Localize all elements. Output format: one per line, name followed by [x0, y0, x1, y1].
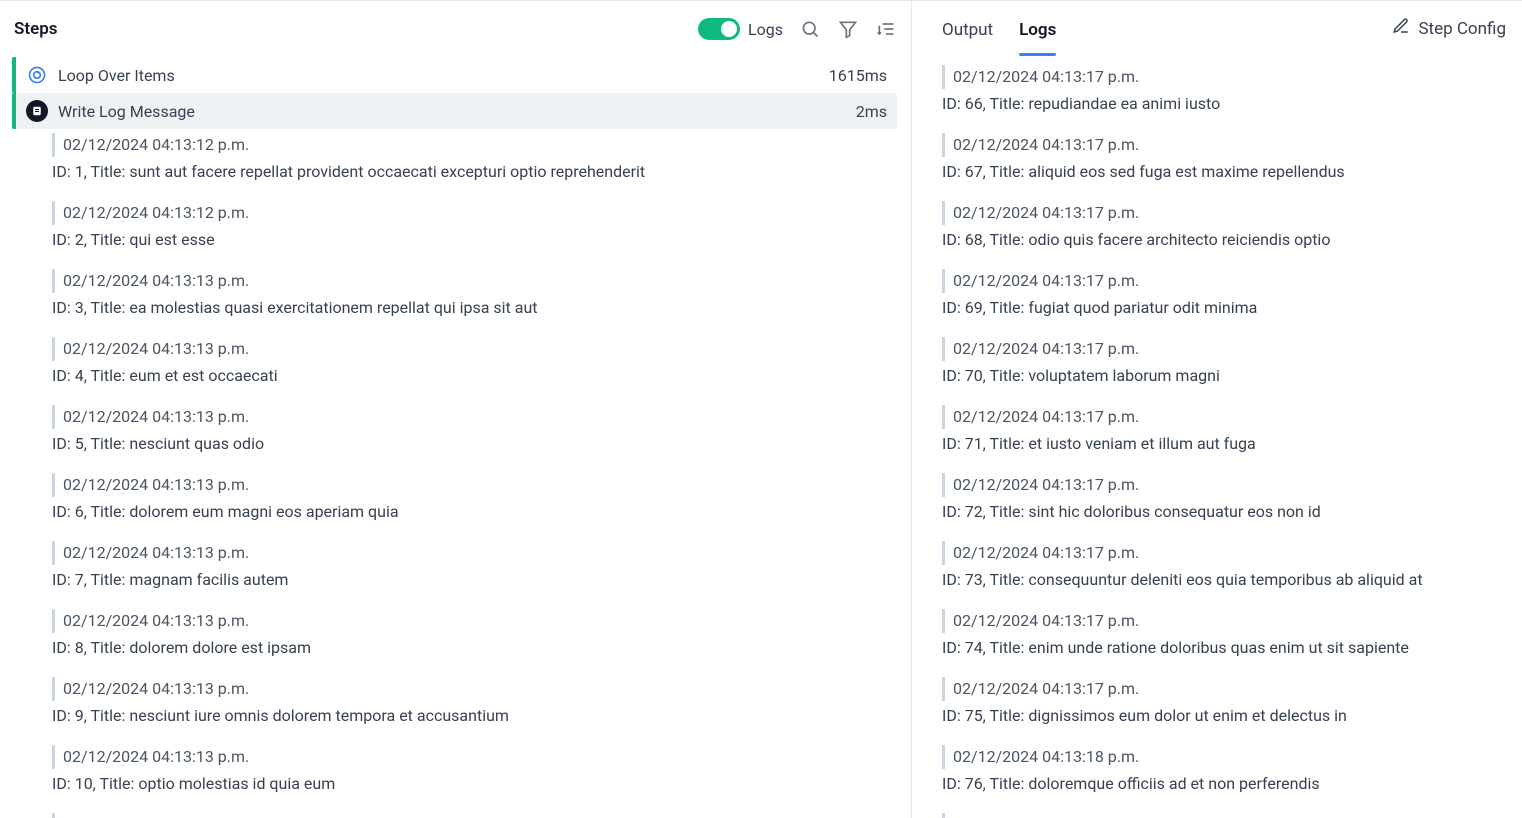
step-config-label: Step Config: [1418, 19, 1506, 39]
log-timestamp: 02/12/2024 04:13:17 p.m.: [942, 133, 1504, 157]
log-body: ID: 4, Title: eum et est occaecati: [52, 365, 889, 387]
log-timestamp: 02/12/2024 04:13:12 p.m.: [52, 133, 889, 157]
log-timestamp: 02/12/2024 04:13:13 p.m.: [52, 677, 889, 701]
log-item: 02/12/2024 04:13:13 p.m. ID: 3, Title: ea…: [52, 269, 889, 319]
filter-icon[interactable]: [837, 18, 859, 40]
log-body: ID: 73, Title: consequuntur deleniti eos…: [942, 569, 1504, 591]
log-timestamp: 02/12/2024 04:13:13 p.m.: [52, 473, 889, 497]
step-row[interactable]: Loop Over Items 1615ms: [12, 57, 897, 93]
log-item: 02/12/2024 04:13:17 p.m. ID: 72, Title: s…: [942, 473, 1504, 523]
log-body: ID: 76, Title: doloremque officiis ad et…: [942, 773, 1504, 795]
log-timestamp: 02/12/2024 04:13:13 p.m.: [52, 609, 889, 633]
log-item: 02/12/2024 04:13:13 p.m. ID: 8, Title: do…: [52, 609, 889, 659]
search-icon[interactable]: [799, 18, 821, 40]
log-body: ID: 70, Title: voluptatem laborum magni: [942, 365, 1504, 387]
log-item: 02/12/2024 04:13:17 p.m. ID: 66, Title: r…: [942, 65, 1504, 115]
log-body: ID: 75, Title: dignissimos eum dolor ut …: [942, 705, 1504, 727]
log-body: ID: 2, Title: qui est esse: [52, 229, 889, 251]
log-item: 02/12/2024 04:13:13 p.m. ID: 4, Title: eu…: [52, 337, 889, 387]
log-body: ID: 7, Title: magnam facilis autem: [52, 569, 889, 591]
log-item: 02/12/2024 04:13:13 p.m. ID: 7, Title: ma…: [52, 541, 889, 591]
sort-icon[interactable]: [875, 18, 897, 40]
left-header: Steps Logs: [0, 1, 911, 57]
log-timestamp: 02/12/2024 04:13:18 p.m.: [942, 745, 1504, 769]
right-tabs: Output Logs: [942, 4, 1056, 54]
step-label: Write Log Message: [58, 102, 846, 121]
log-body: ID: 67, Title: aliquid eos sed fuga est …: [942, 161, 1504, 183]
log-timestamp: 02/12/2024 04:13:18 p.m.: [942, 813, 1504, 818]
log-body: ID: 74, Title: enim unde ratione dolorib…: [942, 637, 1504, 659]
log-item: 02/12/2024 04:13:17 p.m. ID: 71, Title: e…: [942, 405, 1504, 455]
steps-title: Steps: [14, 19, 58, 39]
log-timestamp: 02/12/2024 04:13:17 p.m.: [942, 201, 1504, 225]
log-item: 02/12/2024 04:13:17 p.m. ID: 69, Title: f…: [942, 269, 1504, 319]
steps-container: Loop Over Items 1615ms Write Log Message 2m…: [0, 57, 907, 129]
log-item: 02/12/2024 04:13:17 p.m. ID: 75, Title: d…: [942, 677, 1504, 727]
log-item: 02/12/2024 04:13:13 p.m. ID: 9, Title: ne…: [52, 677, 889, 727]
right-header: Output Logs Step Config: [912, 1, 1522, 57]
log-body: ID: 6, Title: dolorem eum magni eos aper…: [52, 501, 889, 523]
log-item: 02/12/2024 04:13:17 p.m. ID: 70, Title: v…: [942, 337, 1504, 387]
edit-icon: [1392, 17, 1410, 40]
log-timestamp: 02/12/2024 04:13:13 p.m.: [52, 337, 889, 361]
log-timestamp: 02/12/2024 04:13:17 p.m.: [942, 541, 1504, 565]
log-item: 02/12/2024 04:13:13 p.m. ID: 6, Title: do…: [52, 473, 889, 523]
left-log-group: 02/12/2024 04:13:12 p.m. ID: 1, Title: su…: [0, 129, 907, 818]
log-timestamp: 02/12/2024 04:13:17 p.m.: [942, 473, 1504, 497]
log-item: 02/12/2024 04:13:18 p.m. ID: 76, Title: d…: [942, 745, 1504, 795]
log-item: 02/12/2024 04:13:12 p.m. ID: 1, Title: su…: [52, 133, 889, 183]
log-item: 02/12/2024 04:13:17 p.m. ID: 67, Title: a…: [942, 133, 1504, 183]
log-timestamp: 02/12/2024 04:13:13 p.m.: [52, 541, 889, 565]
log-item: 02/12/2024 04:13:18 p.m.ID: 77, Title: n…: [942, 813, 1504, 818]
log-body: ID: 9, Title: nesciunt iure omnis dolore…: [52, 705, 889, 727]
log-item: 02/12/2024 04:13:17 p.m. ID: 68, Title: o…: [942, 201, 1504, 251]
step-row[interactable]: Write Log Message 2ms: [12, 93, 897, 129]
app-root: Steps Logs Loop Over Items 1615ms Write Lo…: [0, 0, 1522, 818]
log-item: 02/12/2024 04:13:17 p.m. ID: 74, Title: e…: [942, 609, 1504, 659]
log-item: 02/12/2024 04:13:13 p.m. ID: 10, Title: o…: [52, 745, 889, 795]
log-icon: [26, 100, 48, 122]
log-timestamp: 02/12/2024 04:13:17 p.m.: [942, 405, 1504, 429]
tab-logs[interactable]: Logs: [1019, 4, 1056, 54]
log-timestamp: 02/12/2024 04:13:17 p.m.: [942, 337, 1504, 361]
log-body: ID: 72, Title: sint hic doloribus conseq…: [942, 501, 1504, 523]
log-body: ID: 10, Title: optio molestias id quia e…: [52, 773, 889, 795]
log-timestamp: 02/12/2024 04:13:13 p.m.: [52, 405, 889, 429]
log-body: ID: 8, Title: dolorem dolore est ipsam: [52, 637, 889, 659]
log-timestamp: 02/12/2024 04:13:17 p.m.: [942, 609, 1504, 633]
log-timestamp: 02/12/2024 04:13:17 p.m.: [942, 269, 1504, 293]
step-label: Loop Over Items: [58, 66, 819, 85]
right-log-scroll[interactable]: 02/12/2024 04:13:17 p.m. ID: 66, Title: r…: [912, 57, 1522, 818]
log-timestamp: 02/12/2024 04:13:12 p.m.: [52, 201, 889, 225]
log-body: ID: 1, Title: sunt aut facere repellat p…: [52, 161, 889, 183]
left-toolbar: Logs: [698, 18, 897, 40]
logs-toggle[interactable]: [698, 18, 740, 40]
log-item: 02/12/2024 04:13:17 p.m. ID: 73, Title: c…: [942, 541, 1504, 591]
log-body: ID: 3, Title: ea molestias quasi exercit…: [52, 297, 889, 319]
log-timestamp: 02/12/2024 04:13:17 p.m.: [942, 677, 1504, 701]
step-config-link[interactable]: Step Config: [1392, 17, 1506, 40]
loop-icon: [26, 64, 48, 86]
log-timestamp: 02/12/2024 04:13:13 p.m.: [52, 269, 889, 293]
log-body: ID: 71, Title: et iusto veniam et illum …: [942, 433, 1504, 455]
log-body: ID: 68, Title: odio quis facere architec…: [942, 229, 1504, 251]
log-timestamp: 02/12/2024 04:13:17 p.m.: [942, 65, 1504, 89]
log-timestamp: 02/12/2024 04:13:13 p.m.: [52, 745, 889, 769]
log-body: ID: 66, Title: repudiandae ea animi iust…: [942, 93, 1504, 115]
right-panel: Output Logs Step Config 02/12/2024 04:13:…: [912, 1, 1522, 818]
step-duration: 2ms: [856, 102, 887, 121]
log-timestamp: 02/12/2024 04:13:13 p.m.: [52, 813, 889, 818]
log-item: 02/12/2024 04:13:12 p.m. ID: 2, Title: qu…: [52, 201, 889, 251]
tab-output[interactable]: Output: [942, 4, 993, 54]
log-body: ID: 69, Title: fugiat quod pariatur odit…: [942, 297, 1504, 319]
steps-scroll[interactable]: Loop Over Items 1615ms Write Log Message 2m…: [0, 57, 911, 818]
logs-toggle-wrap: Logs: [698, 18, 783, 40]
log-item: 02/12/2024 04:13:13 p.m.ID: 11, Title: e…: [52, 813, 889, 818]
logs-toggle-label: Logs: [748, 20, 783, 39]
left-panel: Steps Logs Loop Over Items 1615ms Write Lo…: [0, 1, 912, 818]
log-item: 02/12/2024 04:13:13 p.m. ID: 5, Title: ne…: [52, 405, 889, 455]
step-duration: 1615ms: [829, 66, 887, 85]
log-body: ID: 5, Title: nesciunt quas odio: [52, 433, 889, 455]
